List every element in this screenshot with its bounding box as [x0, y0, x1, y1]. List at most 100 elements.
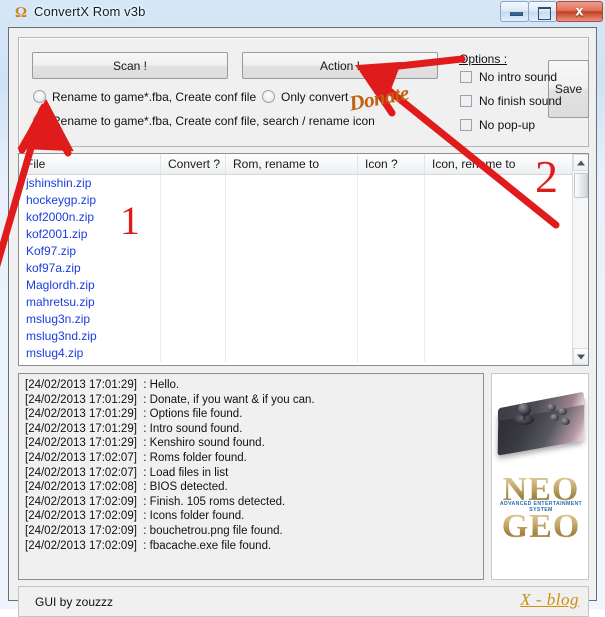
table-row[interactable]: mslug3nd.zip	[19, 328, 588, 345]
table-row[interactable]: mahretsu.zip	[19, 294, 588, 311]
cell-icon	[358, 328, 425, 345]
scrollbar-thumb[interactable]	[574, 173, 588, 198]
app-icon: Ω	[15, 5, 27, 21]
table-row[interactable]: hockeygp.zip	[19, 192, 588, 209]
cell-file-name: mslug4.zip	[19, 345, 161, 362]
rom-list[interactable]: File Convert ? Rom, rename to Icon ? Ico…	[18, 153, 589, 366]
log-line: [24/02/2013 17:02:09] : fbacache.exe fil…	[25, 539, 272, 552]
maximize-button[interactable]	[528, 1, 557, 22]
log-output[interactable]: [24/02/2013 17:01:29] : Hello. [24/02/201…	[18, 373, 484, 580]
joystick-button-b-icon	[558, 408, 567, 415]
log-line: [24/02/2013 17:01:29] : Kenshiro sound f…	[25, 437, 265, 450]
title-bar: Ω ConvertX Rom v3b x	[0, 0, 605, 27]
cell-icon-rename	[425, 226, 574, 243]
cell-file-name: Kof97.zip	[19, 243, 161, 260]
maximize-icon	[538, 7, 551, 20]
log-line: [24/02/2013 17:01:29] : Hello.	[25, 379, 180, 391]
joystick-button-a-icon	[547, 404, 556, 411]
minimize-button[interactable]	[500, 1, 529, 22]
checkbox-icon	[460, 95, 472, 107]
action-button[interactable]: Action !	[242, 52, 438, 79]
cell-rom-rename	[226, 226, 358, 243]
table-row[interactable]: kof2000n.zip	[19, 209, 588, 226]
table-row[interactable]: Maglordh.zip	[19, 277, 588, 294]
table-row[interactable]: mslug3n.zip	[19, 311, 588, 328]
checkbox-label: No pop-up	[479, 118, 536, 132]
table-row[interactable]: Kof97.zip	[19, 243, 588, 260]
scroll-up-button[interactable]	[573, 154, 588, 171]
cell-convert	[161, 328, 226, 345]
table-row[interactable]: jshinshin.zip	[19, 175, 588, 192]
cell-convert	[161, 277, 226, 294]
scan-button[interactable]: Scan !	[32, 52, 228, 79]
cell-icon	[358, 311, 425, 328]
cell-icon-rename	[425, 294, 574, 311]
cell-icon	[358, 175, 425, 192]
log-line: [24/02/2013 17:01:29] : Options file fou…	[25, 408, 243, 421]
radio-icon	[262, 90, 275, 103]
log-line: [24/02/2013 17:02:07] : Load files in li…	[25, 466, 229, 479]
cell-icon	[358, 209, 425, 226]
cell-icon-rename	[425, 345, 574, 362]
list-vertical-scrollbar[interactable]	[572, 154, 588, 365]
minimize-icon	[510, 12, 523, 16]
column-header-file[interactable]: File	[19, 154, 161, 174]
radio-icon-selected	[33, 114, 46, 127]
radio-label: Rename to game*.fba, Create conf file, s…	[52, 114, 375, 128]
table-row[interactable]: mslug4.zip	[19, 345, 588, 362]
chevron-down-icon	[577, 354, 585, 359]
options-heading: Options :	[459, 52, 508, 66]
log-line: [24/02/2013 17:01:29] : Intro sound foun…	[25, 422, 243, 435]
neogeo-logo: NEO ADVANCED ENTERTAINMENT SYSTEM GEO	[492, 473, 588, 544]
radio-icon	[33, 90, 46, 103]
close-button[interactable]: x	[556, 1, 603, 22]
cell-icon	[358, 277, 425, 294]
checkbox-label: No finish sound	[479, 94, 562, 108]
radio-rename-conf[interactable]: Rename to game*.fba, Create conf file	[33, 90, 256, 104]
cell-convert	[161, 294, 226, 311]
radio-label: Only convert	[281, 90, 349, 104]
cell-convert	[161, 311, 226, 328]
checkbox-no-intro-sound[interactable]: No intro sound	[460, 70, 557, 84]
column-header-rom-rename[interactable]: Rom, rename to	[226, 154, 358, 174]
log-line: [24/02/2013 17:02:09] : Finish. 105 roms…	[25, 495, 286, 508]
cell-file-name: mahretsu.zip	[19, 294, 161, 311]
checkbox-icon	[460, 119, 472, 131]
column-header-convert[interactable]: Convert ?	[161, 154, 226, 174]
cell-icon-rename	[425, 209, 574, 226]
cell-icon	[358, 260, 425, 277]
save-button[interactable]: Save	[548, 60, 589, 118]
cell-convert	[161, 226, 226, 243]
application-window: Ω ConvertX Rom v3b x Scan ! Action ! Sav…	[0, 0, 605, 617]
checkbox-no-popup[interactable]: No pop-up	[460, 118, 535, 132]
radio-rename-conf-icon[interactable]: Rename to game*.fba, Create conf file, s…	[33, 114, 375, 128]
cell-file-name: mslug3nd.zip	[19, 328, 161, 345]
table-row[interactable]: kof97a.zip	[19, 260, 588, 277]
radio-label: Rename to game*.fba, Create conf file	[52, 90, 257, 104]
log-line: [24/02/2013 17:01:29] : Donate, if you w…	[25, 393, 315, 406]
cell-file-name: jshinshin.zip	[19, 175, 161, 192]
cell-rom-rename	[226, 209, 358, 226]
cell-convert	[161, 260, 226, 277]
client-area: Scan ! Action ! Save Rename to game*.fba…	[8, 27, 597, 617]
scroll-down-button[interactable]	[573, 348, 588, 365]
cell-file-name: mslug3n.zip	[19, 311, 161, 328]
annotation-marker-1: 1	[120, 198, 140, 243]
checkbox-label: No intro sound	[479, 70, 558, 84]
radio-only-convert[interactable]: Only convert	[262, 90, 348, 104]
cell-rom-rename	[226, 294, 358, 311]
status-bar: GUI by zouzzz X - blog	[18, 586, 589, 617]
cell-file-name: Maglordh.zip	[19, 277, 161, 294]
cell-convert	[161, 345, 226, 362]
cell-icon	[358, 192, 425, 209]
table-row[interactable]: kof2001.zip	[19, 226, 588, 243]
cell-icon-rename	[425, 243, 574, 260]
log-line: [24/02/2013 17:02:09] : bouchetrou.png f…	[25, 524, 283, 537]
cell-icon-rename	[425, 311, 574, 328]
log-line: [24/02/2013 17:02:09] : Icons folder fou…	[25, 510, 245, 523]
blog-link[interactable]: X - blog	[520, 590, 579, 610]
column-header-icon[interactable]: Icon ?	[358, 154, 425, 174]
checkbox-no-finish-sound[interactable]: No finish sound	[460, 94, 562, 108]
cell-rom-rename	[226, 260, 358, 277]
cell-icon	[358, 345, 425, 362]
